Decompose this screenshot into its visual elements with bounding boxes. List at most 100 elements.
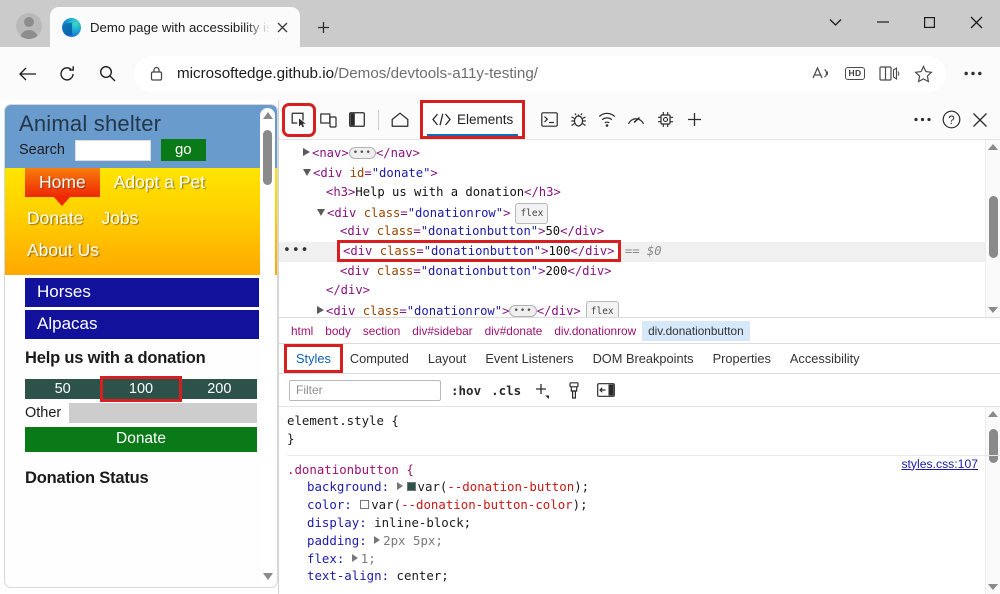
dom-node[interactable]: <div id="donate"> xyxy=(279,164,1000,184)
breadcrumb-item[interactable]: div.donationrow xyxy=(548,321,642,341)
reload-button[interactable] xyxy=(48,55,86,93)
sidebar-pane-tabs[interactable]: Styles Computed Layout Event Listeners DOM B… xyxy=(279,344,1000,374)
breadcrumb-item[interactable]: body xyxy=(319,321,357,341)
breadcrumb-item[interactable]: html xyxy=(285,321,319,341)
dom-scroll-thumb[interactable] xyxy=(988,196,998,258)
pane-tab-accessibility[interactable]: Accessibility xyxy=(781,347,869,370)
donation-button-50[interactable]: 50 xyxy=(25,379,101,400)
pane-tab-dom-breakpoints[interactable]: DOM Breakpoints xyxy=(584,347,703,370)
cls-button[interactable]: .cls xyxy=(491,383,521,398)
maximize-button[interactable] xyxy=(906,0,953,44)
url-bar[interactable]: microsoftedge.github.io/Demos/devtools-a… xyxy=(134,55,946,92)
flex-badge[interactable]: flex xyxy=(585,300,619,317)
css-declaration[interactable]: padding: 2px 5px; xyxy=(287,532,1000,550)
page-scrollbar[interactable] xyxy=(260,108,275,584)
breadcrumb-item[interactable]: div#donate xyxy=(479,321,549,341)
dom-node[interactable]: <div class="donationrow"> ••• </div> flex xyxy=(279,300,1000,317)
dom-node[interactable]: <nav> ••• </nav> xyxy=(279,144,1000,164)
read-aloud-icon[interactable] xyxy=(804,59,838,89)
pane-tab-event-listeners[interactable]: Event Listeners xyxy=(476,347,582,370)
donate-submit-button[interactable]: Donate xyxy=(25,427,257,453)
dom-node[interactable]: <div class="donationbutton">50</div> xyxy=(279,222,1000,242)
inspect-element-icon[interactable] xyxy=(282,102,316,137)
nav-link-jobs[interactable]: Jobs xyxy=(101,204,138,229)
dom-node[interactable]: </div> xyxy=(279,281,1000,301)
expand-arrow-icon[interactable] xyxy=(303,148,310,156)
browser-tab[interactable]: Demo page with accessibility issu xyxy=(50,7,300,47)
performance-icon[interactable] xyxy=(622,106,650,134)
back-button[interactable] xyxy=(8,55,46,93)
dom-tree[interactable]: <nav> ••• </nav> <div id="donate"> <h3>Help … xyxy=(279,140,1000,317)
other-amount-input[interactable] xyxy=(69,403,257,424)
nav-link-donate[interactable]: Donate xyxy=(27,204,83,229)
dom-scroll-up-icon[interactable] xyxy=(988,144,998,150)
hd-badge-icon[interactable]: HD xyxy=(838,59,872,89)
new-style-rule-icon[interactable] xyxy=(531,379,553,401)
css-declaration[interactable]: background: var(--donation-button); xyxy=(287,478,1000,496)
breadcrumb-item[interactable]: section xyxy=(357,321,406,341)
css-declaration[interactable]: display: inline-block; xyxy=(287,514,1000,532)
dom-scroll-down-icon[interactable] xyxy=(988,307,998,313)
network-icon[interactable] xyxy=(593,106,621,134)
device-emulation-icon[interactable] xyxy=(314,106,342,134)
css-rule[interactable]: .donationbutton {styles.css:107 backgroun… xyxy=(287,454,1000,588)
expand-arrow-icon[interactable] xyxy=(317,305,324,314)
close-window-button[interactable] xyxy=(953,0,1000,44)
pane-tab-properties[interactable]: Properties xyxy=(704,347,780,370)
dom-scrollbar[interactable] xyxy=(985,140,1000,317)
css-declaration[interactable]: color: var(--donation-button-color); xyxy=(287,496,1000,514)
dock-side-icon[interactable] xyxy=(343,106,371,134)
minimize-button[interactable] xyxy=(859,0,906,44)
css-selector[interactable]: element.style { xyxy=(287,412,1000,430)
dom-node[interactable]: <h3>Help us with a donation</h3> xyxy=(279,183,1000,203)
dom-node-selected[interactable]: ••• <div class="donationbutton">100</div>… xyxy=(279,239,1000,262)
flex-badge[interactable]: flex xyxy=(515,202,549,225)
tab-search-chevron-down-icon[interactable] xyxy=(812,0,859,44)
pane-tab-layout[interactable]: Layout xyxy=(419,347,475,370)
expand-value-arrow-icon[interactable] xyxy=(374,535,381,544)
css-declaration[interactable]: text-align: center; xyxy=(287,567,1000,585)
collapse-arrow-icon[interactable] xyxy=(303,168,311,176)
css-rule[interactable]: element.style {} xyxy=(287,412,1000,450)
console-icon[interactable] xyxy=(535,106,563,134)
pane-tab-computed[interactable]: Computed xyxy=(341,347,418,370)
favorite-star-icon[interactable] xyxy=(906,59,940,89)
tab-close-icon[interactable] xyxy=(270,15,294,39)
go-button[interactable]: go xyxy=(160,139,206,162)
expand-value-arrow-icon[interactable] xyxy=(396,482,403,491)
page-scroll-thumb[interactable] xyxy=(263,130,272,185)
scroll-down-arrow-icon[interactable] xyxy=(262,573,273,580)
nav-link-adopt[interactable]: Adopt a Pet xyxy=(114,168,205,193)
dom-node[interactable]: <div class="donationbutton">200</div> xyxy=(279,262,1000,282)
styles-filter-input[interactable]: Filter xyxy=(289,379,441,401)
animal-link-alpacas[interactable]: Alpacas xyxy=(25,310,259,340)
help-icon[interactable]: ? xyxy=(937,106,965,134)
new-tab-button[interactable] xyxy=(306,10,340,44)
donation-button-100[interactable]: 100 xyxy=(100,376,182,403)
scroll-up-arrow-icon[interactable] xyxy=(262,112,273,119)
search-icon[interactable] xyxy=(88,55,126,93)
breadcrumb-item[interactable]: div.donationbutton xyxy=(642,320,750,341)
nav-link-home[interactable]: Home xyxy=(25,168,100,198)
css-source-link[interactable]: styles.css:107 xyxy=(901,456,978,474)
browser-settings-button[interactable] xyxy=(954,55,992,93)
color-swatch[interactable] xyxy=(406,482,416,492)
memory-icon[interactable] xyxy=(651,106,679,134)
dom-node[interactable]: <div class="donationrow"> flex xyxy=(279,202,1000,225)
tab-elements[interactable]: Elements xyxy=(423,103,523,136)
donation-button-200[interactable]: 200 xyxy=(181,379,257,400)
home-icon[interactable] xyxy=(386,106,414,134)
dom-node-menu-icon[interactable]: ••• xyxy=(283,244,309,257)
devtools-more-button[interactable] xyxy=(908,106,936,134)
styles-rules-pane[interactable]: element.style {} .donationbutton {styles.… xyxy=(279,407,1000,594)
debugger-icon[interactable] xyxy=(564,106,592,134)
animal-link-horses[interactable]: Horses xyxy=(25,278,259,308)
collapse-arrow-icon[interactable] xyxy=(317,208,325,216)
site-search-input[interactable] xyxy=(74,139,151,161)
devtools-close-button[interactable] xyxy=(966,106,994,134)
add-panel-button[interactable] xyxy=(680,106,708,134)
expand-value-arrow-icon[interactable] xyxy=(351,553,358,562)
breadcrumb-item[interactable]: div#sidebar xyxy=(406,321,478,341)
pane-tab-styles[interactable]: Styles xyxy=(284,344,343,373)
profile-button[interactable] xyxy=(8,7,50,45)
